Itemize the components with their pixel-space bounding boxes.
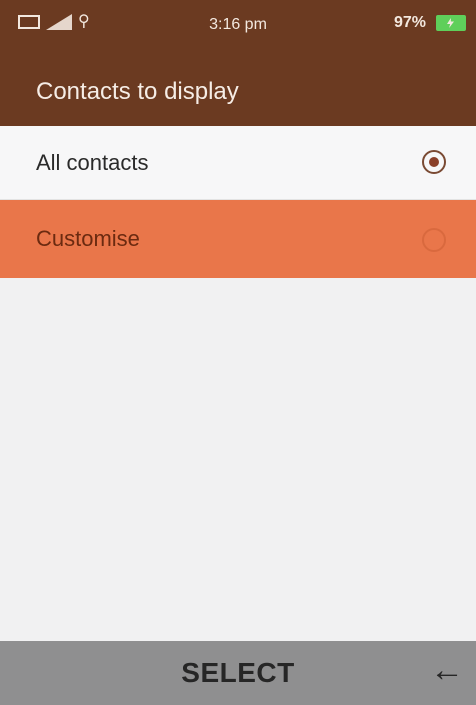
softkey-bar: SELECT ← xyxy=(0,641,476,705)
radio-selected-icon[interactable] xyxy=(422,150,446,174)
battery-charging-icon xyxy=(436,15,466,31)
back-arrow-icon[interactable]: ← xyxy=(430,651,464,690)
options-list: All contacts Customise xyxy=(0,126,476,278)
screen: ⚲ 3:16 pm 97% Contacts to display All co… xyxy=(0,0,476,705)
battery-percent: 97% xyxy=(393,14,426,31)
header: Contacts to display xyxy=(0,56,476,126)
page-title: Contacts to display xyxy=(36,78,239,105)
status-bar: ⚲ 3:16 pm 97% xyxy=(0,0,476,56)
option-label: Customise xyxy=(36,226,140,251)
radio-unselected-icon[interactable] xyxy=(422,228,446,252)
option-label: All contacts xyxy=(36,150,149,175)
option-all-contacts[interactable]: All contacts xyxy=(0,126,476,200)
status-icons-right: 97% xyxy=(394,14,466,32)
select-softkey[interactable]: SELECT xyxy=(0,657,476,689)
option-customise[interactable]: Customise xyxy=(0,200,476,278)
